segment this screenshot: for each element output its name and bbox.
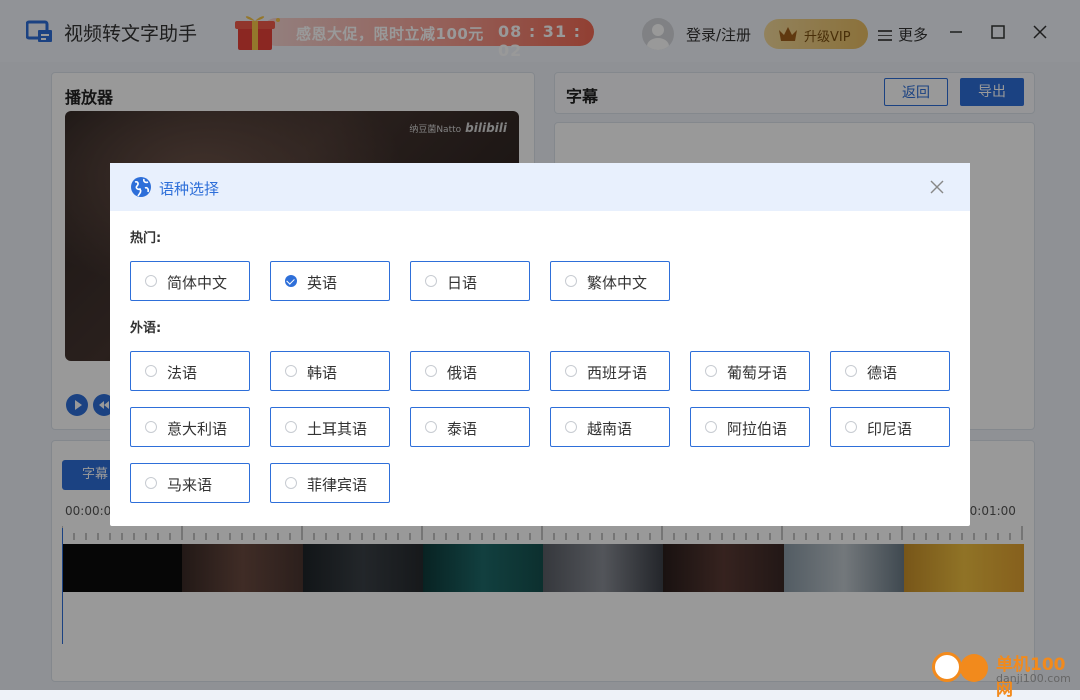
language-option-label: 意大利语	[167, 420, 228, 438]
language-select-dialog: 语种选择 热门: 外语: 简体中文 英语 日语 繁体中文 法语 韩语 俄语 西班牙语 葡萄牙语…	[110, 163, 970, 526]
radio-icon[interactable]	[565, 365, 577, 377]
dialog-header: 语种选择	[110, 163, 970, 211]
dialog-title: 语种选择	[159, 180, 220, 198]
radio-icon[interactable]	[565, 421, 577, 433]
language-option[interactable]: 土耳其语	[270, 407, 390, 447]
language-option[interactable]: 俄语	[410, 351, 530, 391]
language-option-label: 法语	[167, 364, 198, 382]
language-option-label: 葡萄牙语	[727, 364, 788, 382]
radio-icon[interactable]	[285, 477, 297, 489]
language-option-label: 简体中文	[167, 274, 228, 292]
radio-checked-icon[interactable]	[285, 275, 297, 287]
language-option[interactable]: 韩语	[270, 351, 390, 391]
language-option[interactable]: 英语	[270, 261, 390, 301]
language-option[interactable]: 意大利语	[130, 407, 250, 447]
radio-icon[interactable]	[285, 421, 297, 433]
site-watermark: 单机100网 danji100.com	[932, 648, 1080, 700]
language-option[interactable]: 菲律宾语	[270, 463, 390, 503]
language-option-label: 土耳其语	[307, 420, 368, 438]
language-option-label: 韩语	[307, 364, 338, 382]
language-option[interactable]: 马来语	[130, 463, 250, 503]
language-option-label: 越南语	[587, 420, 633, 438]
language-option-label: 阿拉伯语	[727, 420, 788, 438]
radio-icon[interactable]	[145, 421, 157, 433]
radio-icon[interactable]	[705, 421, 717, 433]
language-option[interactable]: 繁体中文	[550, 261, 670, 301]
language-option[interactable]: 泰语	[410, 407, 530, 447]
site-logo-dot-icon	[960, 654, 988, 682]
radio-icon[interactable]	[425, 275, 437, 287]
radio-icon[interactable]	[845, 365, 857, 377]
language-option[interactable]: 西班牙语	[550, 351, 670, 391]
site-logo-icon	[932, 652, 962, 682]
radio-icon[interactable]	[705, 365, 717, 377]
language-option-label: 西班牙语	[587, 364, 648, 382]
language-option[interactable]: 印尼语	[830, 407, 950, 447]
site-url: danji100.com	[996, 672, 1071, 685]
radio-icon[interactable]	[145, 477, 157, 489]
popular-section-label: 热门:	[130, 231, 162, 246]
language-option[interactable]: 德语	[830, 351, 950, 391]
radio-icon[interactable]	[145, 275, 157, 287]
language-option-label: 日语	[447, 274, 478, 292]
language-option[interactable]: 法语	[130, 351, 250, 391]
language-option[interactable]: 简体中文	[130, 261, 250, 301]
language-option[interactable]: 越南语	[550, 407, 670, 447]
language-option-label: 英语	[307, 274, 338, 292]
language-option[interactable]: 葡萄牙语	[690, 351, 810, 391]
language-option[interactable]: 阿拉伯语	[690, 407, 810, 447]
language-option-label: 印尼语	[867, 420, 913, 438]
radio-icon[interactable]	[845, 421, 857, 433]
foreign-section-label: 外语:	[130, 321, 162, 336]
radio-icon[interactable]	[425, 421, 437, 433]
close-icon[interactable]	[928, 178, 946, 196]
language-option-label: 泰语	[447, 420, 478, 438]
radio-icon[interactable]	[425, 365, 437, 377]
language-option-label: 菲律宾语	[307, 476, 368, 494]
radio-icon[interactable]	[565, 275, 577, 287]
language-option-label: 繁体中文	[587, 274, 648, 292]
language-option-label: 马来语	[167, 476, 213, 494]
globe-icon	[131, 177, 151, 197]
language-option[interactable]: 日语	[410, 261, 530, 301]
language-option-label: 德语	[867, 364, 898, 382]
radio-icon[interactable]	[145, 365, 157, 377]
language-option-label: 俄语	[447, 364, 478, 382]
radio-icon[interactable]	[285, 365, 297, 377]
